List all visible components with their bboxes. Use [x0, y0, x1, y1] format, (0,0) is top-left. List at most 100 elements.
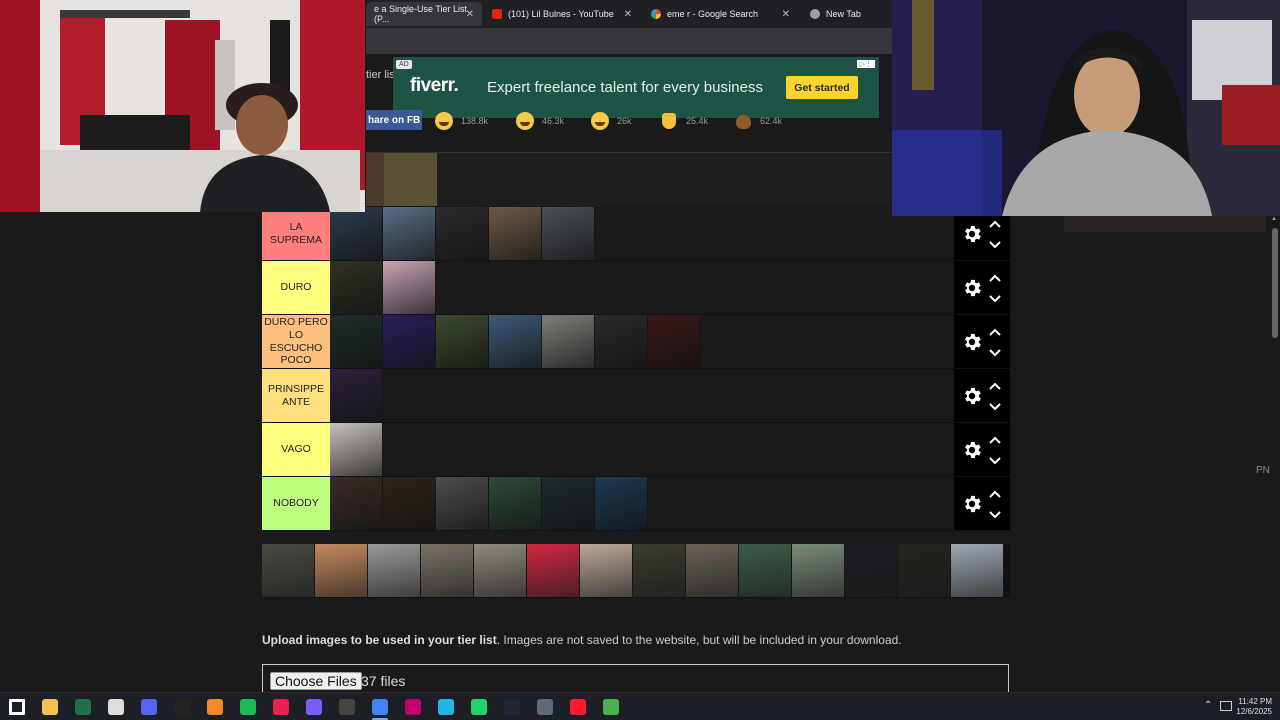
- tier-image[interactable]: [436, 315, 489, 368]
- page-scrollbar[interactable]: ▲: [1270, 216, 1280, 692]
- pool-image[interactable]: [951, 544, 1004, 597]
- pool-image[interactable]: [633, 544, 686, 597]
- spotify-icon[interactable]: [240, 699, 256, 715]
- clock[interactable]: 11:42 PM 12/6/2025: [1236, 697, 1272, 717]
- file-explorer-icon[interactable]: [42, 699, 58, 715]
- network-icon[interactable]: [1220, 701, 1232, 711]
- messenger-icon[interactable]: [306, 699, 322, 715]
- pool-image[interactable]: [527, 544, 580, 597]
- tier-image[interactable]: [383, 207, 436, 260]
- tier-image[interactable]: [648, 315, 701, 368]
- chevron-up-icon[interactable]: [988, 324, 1002, 336]
- opera-icon[interactable]: [570, 699, 586, 715]
- gear-icon[interactable]: [961, 223, 983, 245]
- tier-image[interactable]: [489, 315, 542, 368]
- pool-image[interactable]: [898, 544, 951, 597]
- fiverr-ad-banner[interactable]: AD ▷⋮ fiverr. Expert freelance talent fo…: [393, 57, 879, 118]
- reaction-laugh[interactable]: 138.8k: [435, 111, 488, 131]
- tier-image[interactable]: [436, 477, 489, 530]
- pool-image[interactable]: [421, 544, 474, 597]
- obs-icon[interactable]: [339, 699, 355, 715]
- choose-files-button[interactable]: Choose Files: [270, 672, 362, 690]
- tier-image[interactable]: [489, 477, 542, 530]
- tier-image[interactable]: [542, 477, 595, 530]
- tier-image[interactable]: [366, 153, 384, 206]
- tray-chevron-icon[interactable]: ⌃: [1204, 701, 1212, 711]
- pool-image[interactable]: [474, 544, 527, 597]
- scissors-icon[interactable]: [174, 699, 190, 715]
- gear-icon[interactable]: [961, 439, 983, 461]
- next-icon[interactable]: [405, 699, 421, 715]
- pool-image[interactable]: [315, 544, 368, 597]
- tier-image[interactable]: [542, 315, 595, 368]
- reaction-poop[interactable]: 62.4k: [734, 111, 782, 131]
- tier-label[interactable]: DURO PERO LO ESCUCHO POCO: [262, 315, 330, 368]
- 4k-icon[interactable]: [537, 699, 553, 715]
- gear-icon[interactable]: [961, 493, 983, 515]
- pool-image[interactable]: [739, 544, 792, 597]
- whatsapp-icon[interactable]: [471, 699, 487, 715]
- close-tab-icon[interactable]: ✕: [782, 9, 790, 20]
- chevron-up-icon[interactable]: [988, 270, 1002, 282]
- tier-image[interactable]: [330, 207, 383, 260]
- vlc-icon[interactable]: [207, 699, 223, 715]
- tab-google-search[interactable]: eme r - Google Search ✕: [643, 2, 798, 26]
- tier-image[interactable]: [595, 315, 648, 368]
- scroll-thumb[interactable]: [1272, 228, 1278, 338]
- pool-image[interactable]: [845, 544, 898, 597]
- pool-image[interactable]: [262, 544, 315, 597]
- tier-label[interactable]: NOBODY: [262, 477, 330, 530]
- get-started-button[interactable]: Get started: [786, 76, 858, 99]
- tier-image[interactable]: [330, 477, 383, 530]
- chevron-up-icon[interactable]: [988, 486, 1002, 498]
- discord-icon[interactable]: [141, 699, 157, 715]
- scroll-up-arrow-icon[interactable]: ▲: [1271, 216, 1277, 222]
- excel-icon[interactable]: [75, 699, 91, 715]
- tiktok-icon[interactable]: [273, 699, 289, 715]
- chevron-down-icon[interactable]: [988, 507, 1002, 519]
- reaction-grin[interactable]: 46.3k: [516, 111, 564, 131]
- tier-image[interactable]: [330, 369, 383, 422]
- tab-new-tab[interactable]: New Tab: [802, 2, 890, 26]
- pool-image[interactable]: [792, 544, 845, 597]
- chevron-up-icon[interactable]: [988, 216, 1002, 228]
- tier-image[interactable]: [542, 207, 595, 260]
- tier-label[interactable]: DURO: [262, 261, 330, 314]
- steam-icon[interactable]: [504, 699, 520, 715]
- chevron-down-icon[interactable]: [988, 291, 1002, 303]
- reaction-tears[interactable]: 26k: [591, 111, 632, 131]
- capcut-icon[interactable]: [108, 699, 124, 715]
- chevron-down-icon[interactable]: [988, 453, 1002, 465]
- close-tab-icon[interactable]: ✕: [624, 9, 632, 20]
- pool-image[interactable]: [368, 544, 421, 597]
- chrome-icon[interactable]: [372, 699, 388, 715]
- gear-icon[interactable]: [961, 277, 983, 299]
- tier-image[interactable]: [383, 477, 436, 530]
- chevron-down-icon[interactable]: [988, 237, 1002, 249]
- tier-label[interactable]: VAGO: [262, 423, 330, 476]
- close-tab-icon[interactable]: ✕: [466, 9, 474, 20]
- windows-start-icon[interactable]: [9, 699, 25, 715]
- tier-label[interactable]: PRINSIPPE ANTE: [262, 369, 330, 422]
- tier-image[interactable]: [595, 477, 648, 530]
- tier-image[interactable]: [436, 207, 489, 260]
- tier-image[interactable]: [330, 315, 383, 368]
- pool-image[interactable]: [686, 544, 739, 597]
- edge-icon[interactable]: [438, 699, 454, 715]
- ad-choices-icon[interactable]: ▷⋮: [856, 60, 875, 68]
- gear-icon[interactable]: [961, 331, 983, 353]
- tier-image[interactable]: [383, 261, 436, 314]
- tier-image[interactable]: [489, 207, 542, 260]
- chevron-down-icon[interactable]: [988, 399, 1002, 411]
- pool-image[interactable]: [580, 544, 633, 597]
- tier-image[interactable]: [383, 315, 436, 368]
- tier-label[interactable]: LA SUPREMA: [262, 207, 330, 260]
- chevron-up-icon[interactable]: [988, 432, 1002, 444]
- minecraft-icon[interactable]: [603, 699, 619, 715]
- share-on-fb-button[interactable]: hare on FB: [366, 110, 422, 130]
- reaction-raised-hands[interactable]: 25.4k: [660, 111, 708, 131]
- chevron-down-icon[interactable]: [988, 345, 1002, 357]
- tier-image[interactable]: [384, 153, 437, 206]
- tab-youtube[interactable]: (101) Lil Bulnes - YouTube ✕: [484, 2, 640, 26]
- tab-tier-list[interactable]: e a Single-Use Tier List (P... ✕: [366, 2, 482, 26]
